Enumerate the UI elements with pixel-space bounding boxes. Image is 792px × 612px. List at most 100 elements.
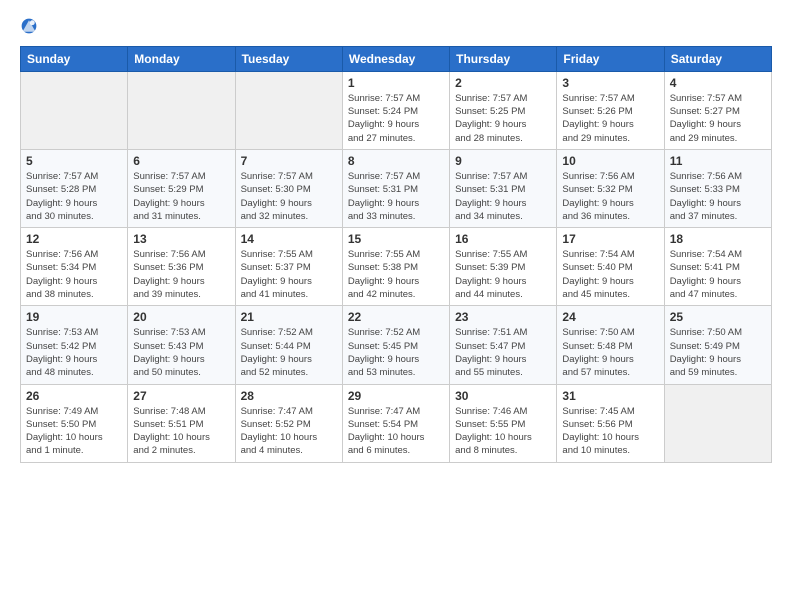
day-info: Sunrise: 7:56 AM Sunset: 5:32 PM Dayligh…: [562, 170, 658, 223]
day-number: 19: [26, 310, 122, 324]
calendar-cell: 11 Sunrise: 7:56 AM Sunset: 5:33 PM Dayli…: [664, 149, 771, 227]
day-number: 25: [670, 310, 766, 324]
day-info: Sunrise: 7:47 AM Sunset: 5:52 PM Dayligh…: [241, 405, 337, 458]
calendar-table: SundayMondayTuesdayWednesdayThursdayFrid…: [20, 46, 772, 463]
calendar-cell: 29 Sunrise: 7:47 AM Sunset: 5:54 PM Dayli…: [342, 384, 449, 462]
day-info: Sunrise: 7:54 AM Sunset: 5:41 PM Dayligh…: [670, 248, 766, 301]
calendar-cell: 30 Sunrise: 7:46 AM Sunset: 5:55 PM Dayli…: [450, 384, 557, 462]
calendar-cell: 6 Sunrise: 7:57 AM Sunset: 5:29 PM Daylig…: [128, 149, 235, 227]
calendar-cell: 9 Sunrise: 7:57 AM Sunset: 5:31 PM Daylig…: [450, 149, 557, 227]
logo-icon: [20, 17, 38, 35]
calendar-cell: 13Sunrise: 7:56 AM Sunset: 5:36 PM Dayli…: [128, 228, 235, 306]
day-info: Sunrise: 7:57 AM Sunset: 5:25 PM Dayligh…: [455, 92, 551, 145]
weekday-header: Saturday: [664, 46, 771, 71]
day-number: 21: [241, 310, 337, 324]
day-info: Sunrise: 7:55 AM Sunset: 5:38 PM Dayligh…: [348, 248, 444, 301]
calendar-page: SundayMondayTuesdayWednesdayThursdayFrid…: [0, 0, 792, 612]
day-number: 10: [562, 154, 658, 168]
calendar-cell: 27 Sunrise: 7:48 AM Sunset: 5:51 PM Dayli…: [128, 384, 235, 462]
day-number: 18: [670, 232, 766, 246]
calendar-cell: 21 Sunrise: 7:52 AM Sunset: 5:44 PM Dayli…: [235, 306, 342, 384]
weekday-header: Tuesday: [235, 46, 342, 71]
calendar-week-row: 1 Sunrise: 7:57 AM Sunset: 5:24 PM Daylig…: [21, 71, 772, 149]
day-info: Sunrise: 7:53 AM Sunset: 5:42 PM Dayligh…: [26, 326, 122, 379]
day-number: 29: [348, 389, 444, 403]
weekday-header: Thursday: [450, 46, 557, 71]
calendar-cell: 1 Sunrise: 7:57 AM Sunset: 5:24 PM Daylig…: [342, 71, 449, 149]
calendar-cell: 7Sunrise: 7:57 AM Sunset: 5:30 PM Daylig…: [235, 149, 342, 227]
day-info: Sunrise: 7:57 AM Sunset: 5:27 PM Dayligh…: [670, 92, 766, 145]
day-number: 8: [348, 154, 444, 168]
day-number: 27: [133, 389, 229, 403]
calendar-week-row: 5 Sunrise: 7:57 AM Sunset: 5:28 PM Daylig…: [21, 149, 772, 227]
day-number: 6: [133, 154, 229, 168]
calendar-cell: 3 Sunrise: 7:57 AM Sunset: 5:26 PM Daylig…: [557, 71, 664, 149]
day-info: Sunrise: 7:56 AM Sunset: 5:33 PM Dayligh…: [670, 170, 766, 223]
calendar-cell: 15 Sunrise: 7:55 AM Sunset: 5:38 PM Dayli…: [342, 228, 449, 306]
day-info: Sunrise: 7:50 AM Sunset: 5:49 PM Dayligh…: [670, 326, 766, 379]
day-number: 15: [348, 232, 444, 246]
calendar-cell: 18 Sunrise: 7:54 AM Sunset: 5:41 PM Dayli…: [664, 228, 771, 306]
calendar-week-row: 19 Sunrise: 7:53 AM Sunset: 5:42 PM Dayli…: [21, 306, 772, 384]
day-number: 14: [241, 232, 337, 246]
day-info: Sunrise: 7:53 AM Sunset: 5:43 PM Dayligh…: [133, 326, 229, 379]
day-number: 22: [348, 310, 444, 324]
weekday-header-row: SundayMondayTuesdayWednesdayThursdayFrid…: [21, 46, 772, 71]
calendar-cell: 14 Sunrise: 7:55 AM Sunset: 5:37 PM Dayli…: [235, 228, 342, 306]
calendar-cell: 31 Sunrise: 7:45 AM Sunset: 5:56 PM Dayli…: [557, 384, 664, 462]
calendar-cell: 4 Sunrise: 7:57 AM Sunset: 5:27 PM Daylig…: [664, 71, 771, 149]
page-header: [20, 16, 772, 36]
day-number: 11: [670, 154, 766, 168]
day-info: Sunrise: 7:47 AM Sunset: 5:54 PM Dayligh…: [348, 405, 444, 458]
day-info: Sunrise: 7:55 AM Sunset: 5:37 PM Dayligh…: [241, 248, 337, 301]
calendar-cell: 17 Sunrise: 7:54 AM Sunset: 5:40 PM Dayli…: [557, 228, 664, 306]
calendar-week-row: 26 Sunrise: 7:49 AM Sunset: 5:50 PM Dayli…: [21, 384, 772, 462]
day-number: 30: [455, 389, 551, 403]
day-number: 9: [455, 154, 551, 168]
day-number: 28: [241, 389, 337, 403]
day-number: 1: [348, 76, 444, 90]
calendar-cell: 20 Sunrise: 7:53 AM Sunset: 5:43 PM Dayli…: [128, 306, 235, 384]
day-info: Sunrise: 7:51 AM Sunset: 5:47 PM Dayligh…: [455, 326, 551, 379]
weekday-header: Monday: [128, 46, 235, 71]
day-number: 4: [670, 76, 766, 90]
day-number: 31: [562, 389, 658, 403]
day-number: 16: [455, 232, 551, 246]
calendar-cell: 8Sunrise: 7:57 AM Sunset: 5:31 PM Daylig…: [342, 149, 449, 227]
day-info: Sunrise: 7:57 AM Sunset: 5:24 PM Dayligh…: [348, 92, 444, 145]
day-number: 26: [26, 389, 122, 403]
calendar-week-row: 12Sunrise: 7:56 AM Sunset: 5:34 PM Dayli…: [21, 228, 772, 306]
day-info: Sunrise: 7:57 AM Sunset: 5:26 PM Dayligh…: [562, 92, 658, 145]
calendar-cell: [664, 384, 771, 462]
calendar-cell: 2 Sunrise: 7:57 AM Sunset: 5:25 PM Daylig…: [450, 71, 557, 149]
calendar-cell: 23 Sunrise: 7:51 AM Sunset: 5:47 PM Dayli…: [450, 306, 557, 384]
day-number: 20: [133, 310, 229, 324]
day-number: 24: [562, 310, 658, 324]
day-number: 5: [26, 154, 122, 168]
day-info: Sunrise: 7:56 AM Sunset: 5:36 PM Dayligh…: [133, 248, 229, 301]
day-info: Sunrise: 7:48 AM Sunset: 5:51 PM Dayligh…: [133, 405, 229, 458]
calendar-cell: 24 Sunrise: 7:50 AM Sunset: 5:48 PM Dayli…: [557, 306, 664, 384]
calendar-cell: 12Sunrise: 7:56 AM Sunset: 5:34 PM Dayli…: [21, 228, 128, 306]
day-info: Sunrise: 7:57 AM Sunset: 5:28 PM Dayligh…: [26, 170, 122, 223]
day-info: Sunrise: 7:46 AM Sunset: 5:55 PM Dayligh…: [455, 405, 551, 458]
calendar-cell: 25 Sunrise: 7:50 AM Sunset: 5:49 PM Dayli…: [664, 306, 771, 384]
calendar-cell: [21, 71, 128, 149]
day-info: Sunrise: 7:57 AM Sunset: 5:31 PM Dayligh…: [455, 170, 551, 223]
day-number: 2: [455, 76, 551, 90]
day-info: Sunrise: 7:55 AM Sunset: 5:39 PM Dayligh…: [455, 248, 551, 301]
day-number: 23: [455, 310, 551, 324]
day-number: 17: [562, 232, 658, 246]
day-info: Sunrise: 7:45 AM Sunset: 5:56 PM Dayligh…: [562, 405, 658, 458]
calendar-cell: 19 Sunrise: 7:53 AM Sunset: 5:42 PM Dayli…: [21, 306, 128, 384]
day-info: Sunrise: 7:57 AM Sunset: 5:29 PM Dayligh…: [133, 170, 229, 223]
day-info: Sunrise: 7:50 AM Sunset: 5:48 PM Dayligh…: [562, 326, 658, 379]
day-info: Sunrise: 7:54 AM Sunset: 5:40 PM Dayligh…: [562, 248, 658, 301]
day-info: Sunrise: 7:52 AM Sunset: 5:44 PM Dayligh…: [241, 326, 337, 379]
day-info: Sunrise: 7:52 AM Sunset: 5:45 PM Dayligh…: [348, 326, 444, 379]
day-number: 3: [562, 76, 658, 90]
calendar-cell: 16 Sunrise: 7:55 AM Sunset: 5:39 PM Dayli…: [450, 228, 557, 306]
calendar-cell: [128, 71, 235, 149]
day-info: Sunrise: 7:49 AM Sunset: 5:50 PM Dayligh…: [26, 405, 122, 458]
weekday-header: Sunday: [21, 46, 128, 71]
